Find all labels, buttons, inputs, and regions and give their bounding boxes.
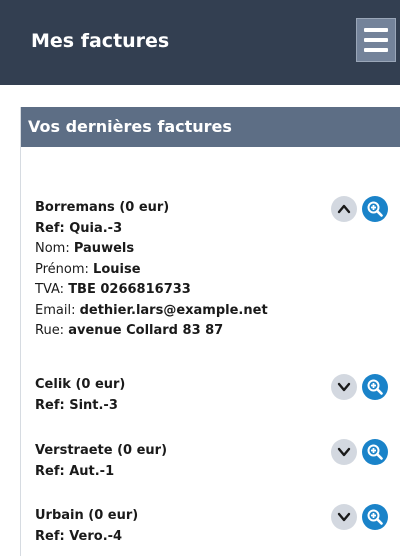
detail-value: Pauwels (73, 241, 135, 256)
detail-prenom: Prénom: Louise (35, 260, 395, 281)
detail-label: TVA: (35, 282, 69, 297)
detail-nom: Nom: Pauwels (35, 239, 395, 260)
view-invoice-button[interactable] (362, 196, 388, 222)
invoices-panel: Vos dernières factures Borremans (0 eur)… (20, 107, 400, 556)
expand-button[interactable] (331, 504, 357, 530)
zoom-in-icon (367, 379, 383, 395)
detail-rue: Rue: avenue Collard 83 87 (35, 321, 395, 342)
detail-label: Prénom: (35, 261, 94, 277)
detail-label: Nom: (35, 241, 74, 256)
panel-title: Vos dernières factures (28, 117, 232, 136)
detail-value: Louise (93, 261, 141, 277)
expand-button[interactable] (331, 374, 357, 400)
chevron-down-icon (337, 512, 351, 522)
view-invoice-button[interactable] (362, 504, 388, 530)
detail-label: Rue: (35, 323, 69, 338)
detail-value: avenue Collard 83 87 (68, 323, 224, 338)
zoom-in-icon (367, 444, 383, 460)
expand-button[interactable] (331, 439, 357, 465)
view-invoice-button[interactable] (362, 374, 388, 400)
zoom-in-icon (367, 201, 383, 217)
menu-button[interactable] (356, 18, 396, 62)
chevron-up-icon (337, 204, 351, 214)
zoom-in-icon (367, 509, 383, 525)
detail-value: TBE 0266816733 (68, 282, 191, 297)
app-title: Mes factures (31, 30, 170, 52)
view-invoice-button[interactable] (362, 439, 388, 465)
panel-header: Vos dernières factures (21, 107, 400, 147)
detail-label: Email: (35, 302, 80, 318)
detail-email: Email: dethier.lars@example.net (35, 301, 395, 322)
chevron-down-icon (337, 447, 351, 457)
top-bar: Mes factures (0, 0, 400, 85)
detail-tva: TVA: TBE 0266816733 (35, 280, 395, 301)
detail-value: dethier.lars@example.net (79, 302, 268, 318)
collapse-button[interactable] (331, 196, 357, 222)
chevron-down-icon (337, 382, 351, 392)
